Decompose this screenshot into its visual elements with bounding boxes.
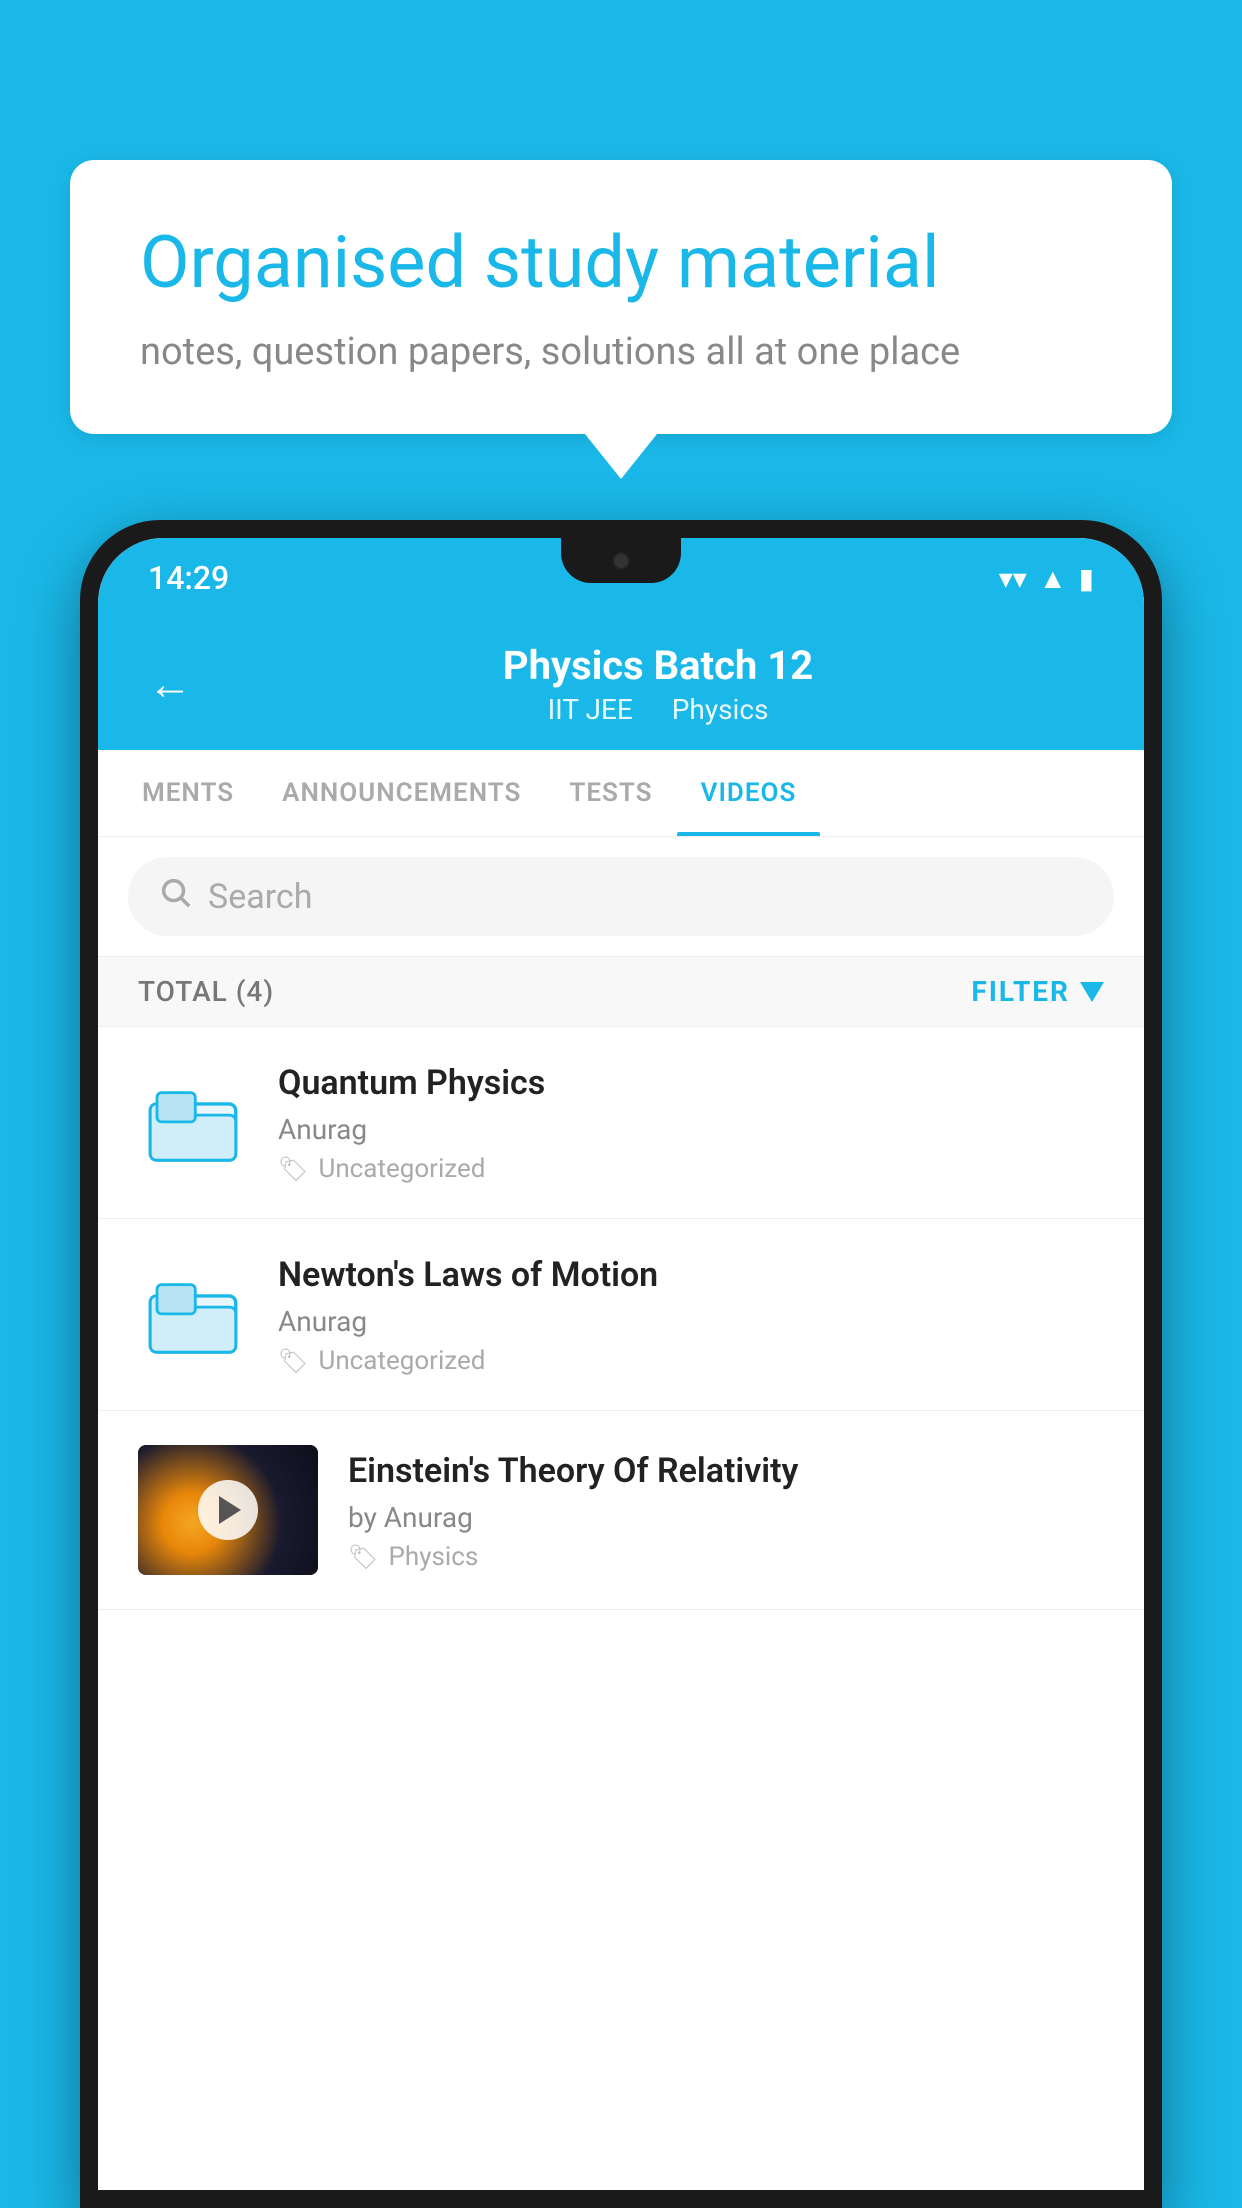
phone-frame: 14:29 ▾▾ ▲ ▮ ← Physics Batch 12 IIT JEE … <box>80 520 1162 2208</box>
speech-bubble-section: Organised study material notes, question… <box>70 160 1172 434</box>
video-thumbnail <box>138 1445 318 1575</box>
header-subtitle: IIT JEE Physics <box>222 693 1094 726</box>
video-tag: 🏷 Uncategorized <box>278 1154 1104 1184</box>
list-item[interactable]: Einstein's Theory Of Relativity by Anura… <box>98 1411 1144 1610</box>
app-header: ← Physics Batch 12 IIT JEE Physics <box>98 618 1144 750</box>
back-button[interactable]: ← <box>148 658 192 710</box>
camera-dot <box>612 552 630 570</box>
video-info: Einstein's Theory Of Relativity by Anura… <box>348 1449 1104 1572</box>
tag-icon: 🏷 <box>278 1155 308 1183</box>
total-count: TOTAL (4) <box>138 975 274 1008</box>
tag-icon: 🏷 <box>348 1543 378 1571</box>
status-bar: 14:29 ▾▾ ▲ ▮ <box>98 538 1144 618</box>
speech-bubble: Organised study material notes, question… <box>70 160 1172 434</box>
video-tag: 🏷 Uncategorized <box>278 1346 1104 1376</box>
subtitle-part2: Physics <box>672 693 769 726</box>
header-title-group: Physics Batch 12 IIT JEE Physics <box>222 642 1094 726</box>
video-author: by Anurag <box>348 1501 1104 1534</box>
search-box[interactable]: Search <box>128 857 1114 936</box>
list-item[interactable]: Quantum Physics Anurag 🏷 Uncategorized <box>98 1027 1144 1219</box>
search-container: Search <box>98 837 1144 957</box>
header-title: Physics Batch 12 <box>222 642 1094 689</box>
filter-icon <box>1080 982 1104 1002</box>
folder-icon-container <box>138 1068 248 1178</box>
wifi-icon: ▾▾ <box>999 562 1027 595</box>
search-icon <box>158 875 192 918</box>
status-time: 14:29 <box>148 559 229 597</box>
tab-videos[interactable]: VIDEOS <box>677 750 821 836</box>
filter-button[interactable]: FILTER <box>971 975 1104 1008</box>
status-icons: ▾▾ ▲ ▮ <box>999 562 1094 595</box>
bubble-subtitle: notes, question papers, solutions all at… <box>140 330 1102 374</box>
subtitle-part1: IIT JEE <box>548 693 633 726</box>
video-author: Anurag <box>278 1305 1104 1338</box>
tab-tests[interactable]: TESTS <box>545 750 676 836</box>
phone-screen: 14:29 ▾▾ ▲ ▮ ← Physics Batch 12 IIT JEE … <box>98 538 1144 2190</box>
play-icon <box>219 1496 241 1524</box>
filter-row: TOTAL (4) FILTER <box>98 957 1144 1027</box>
folder-icon <box>148 1270 238 1360</box>
bubble-title: Organised study material <box>140 220 1102 306</box>
video-tag: 🏷 Physics <box>348 1542 1104 1572</box>
list-item[interactable]: Newton's Laws of Motion Anurag 🏷 Uncateg… <box>98 1219 1144 1411</box>
tag-label: Uncategorized <box>318 1154 485 1184</box>
play-button[interactable] <box>198 1480 258 1540</box>
folder-icon-container <box>138 1260 248 1370</box>
tab-ments[interactable]: MENTS <box>118 750 258 836</box>
video-author: Anurag <box>278 1113 1104 1146</box>
battery-icon: ▮ <box>1079 562 1094 595</box>
signal-icon: ▲ <box>1039 562 1067 595</box>
phone-notch <box>561 538 681 583</box>
filter-label: FILTER <box>971 975 1070 1008</box>
tabs-bar: MENTS ANNOUNCEMENTS TESTS VIDEOS <box>98 750 1144 837</box>
video-title: Newton's Laws of Motion <box>278 1253 1104 1297</box>
folder-icon <box>148 1078 238 1168</box>
tag-label: Physics <box>388 1542 478 1572</box>
tag-icon: 🏷 <box>278 1347 308 1375</box>
video-title: Quantum Physics <box>278 1061 1104 1105</box>
video-list: Quantum Physics Anurag 🏷 Uncategorized <box>98 1027 1144 2190</box>
tag-label: Uncategorized <box>318 1346 485 1376</box>
video-info: Newton's Laws of Motion Anurag 🏷 Uncateg… <box>278 1253 1104 1376</box>
search-placeholder: Search <box>208 877 312 917</box>
tab-announcements[interactable]: ANNOUNCEMENTS <box>258 750 545 836</box>
video-title: Einstein's Theory Of Relativity <box>348 1449 1104 1493</box>
video-info: Quantum Physics Anurag 🏷 Uncategorized <box>278 1061 1104 1184</box>
